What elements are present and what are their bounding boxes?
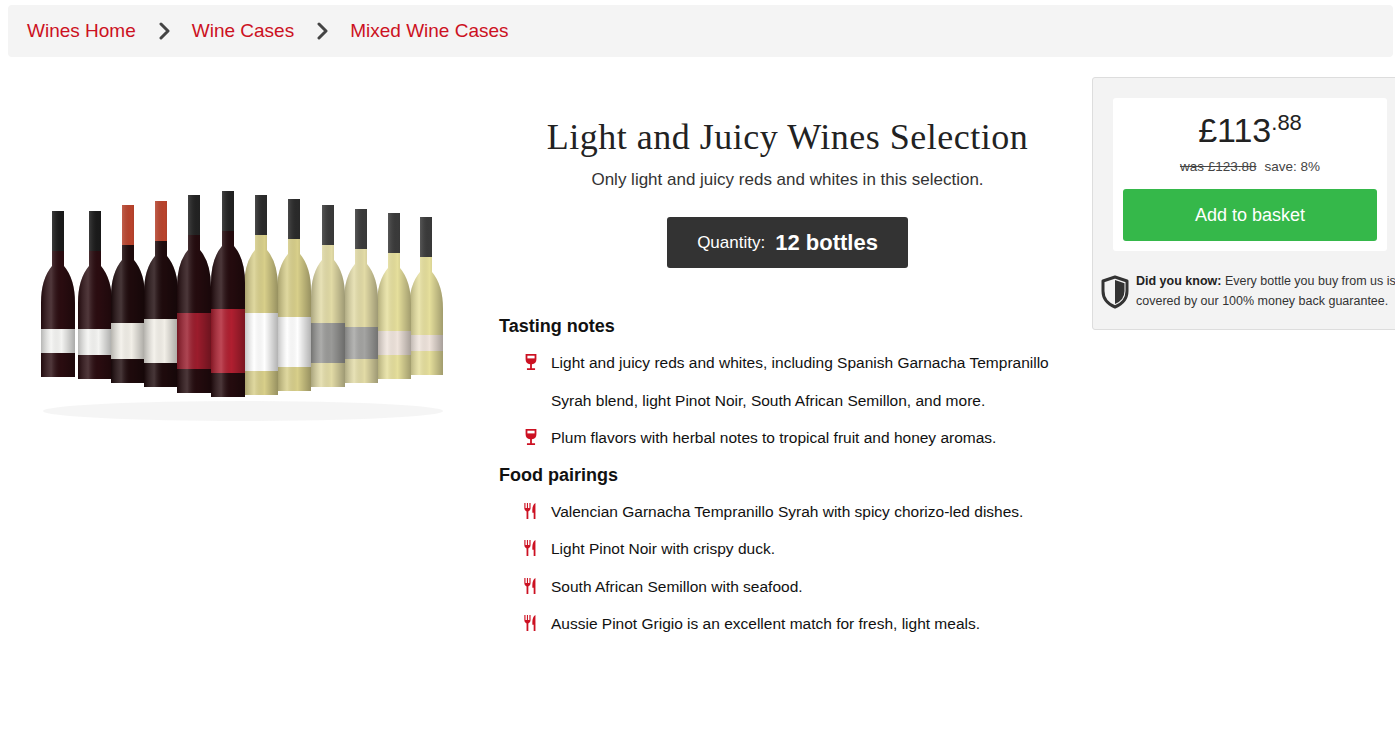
quantity-value: 12 bottles	[775, 230, 878, 256]
quantity-label: Quantity:	[697, 233, 765, 253]
tasting-note: Plum flavors with herbal notes to tropic…	[499, 419, 1076, 457]
cutlery-icon	[523, 539, 539, 557]
tasting-note: Light and juicy reds and whites, includi…	[499, 344, 1076, 419]
saving: save: 8%	[1265, 159, 1321, 174]
price-card: £113.88 was £123.88 save: 8% Add to basket	[1113, 98, 1387, 251]
breadcrumb-link[interactable]: Mixed Wine Cases	[350, 20, 508, 42]
chevron-icon	[316, 22, 328, 40]
wine-glass-icon	[523, 353, 539, 371]
bottles-picture	[38, 189, 458, 439]
shield-icon	[1101, 275, 1129, 309]
food-pairing: Aussie Pinot Grigio is an excellent matc…	[499, 605, 1076, 643]
cutlery-icon	[523, 502, 539, 520]
product-title: Light and Juicy Wines Selection	[499, 115, 1076, 159]
price-was-row: was £123.88 save: 8%	[1123, 157, 1377, 177]
food-pairings: Food pairings Valencian Garnacha Temprani…	[499, 463, 1076, 643]
food-pairing: South African Semillon with seafood.	[499, 568, 1076, 606]
cutlery-icon	[523, 577, 539, 595]
food-pairing: Light Pinot Noir with crispy duck.	[499, 530, 1076, 568]
section-heading: Tasting notes	[499, 314, 1076, 338]
food-pairing: Valencian Garnacha Tempranillo Syrah wit…	[499, 493, 1076, 531]
cutlery-icon	[523, 614, 539, 632]
was-price: was £123.88	[1180, 159, 1257, 174]
chevron-icon	[158, 22, 170, 40]
guarantee-note: Did you know: Every bottle you buy from …	[1101, 271, 1395, 311]
quantity-badge: Quantity: 12 bottles	[667, 217, 908, 268]
breadcrumb: Wines Home Wine Cases Mixed Wine Cases	[8, 5, 1393, 57]
tasting-notes: Tasting notes Light and juicy reds and wh…	[499, 314, 1076, 457]
breadcrumb-link[interactable]: Wine Cases	[192, 20, 294, 42]
add-to-basket-button[interactable]: Add to basket	[1123, 189, 1377, 241]
product-info: Light and Juicy Wines Selection Only ligh…	[499, 77, 1076, 649]
wine-glass-icon	[523, 428, 539, 446]
breadcrumb-link[interactable]: Wines Home	[27, 20, 136, 42]
section-heading: Food pairings	[499, 463, 1076, 487]
product-main: Light and Juicy Wines Selection Only ligh…	[0, 77, 1395, 649]
price-panel: £113.88 was £123.88 save: 8% Add to basket D…	[1092, 77, 1395, 330]
product-image	[0, 77, 483, 649]
price: £113.88	[1123, 110, 1377, 157]
product-subtitle: Only light and juicy reds and whites in …	[499, 167, 1076, 193]
product-page: Wines Home Wine Cases Mixed Wine Cases Ligh…	[0, 5, 1395, 738]
